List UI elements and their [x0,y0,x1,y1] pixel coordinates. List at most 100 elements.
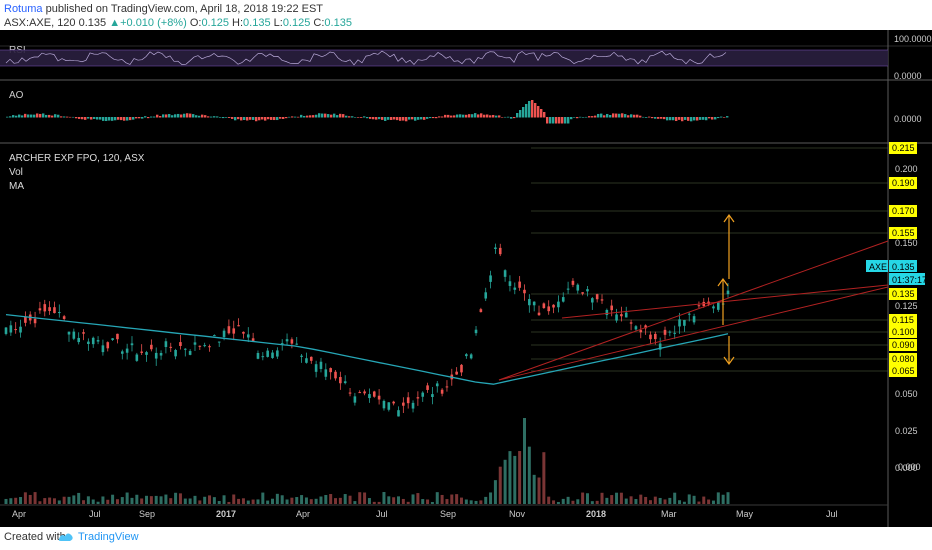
candle-body [561,297,565,302]
ao-bar [267,117,270,120]
symbol-label[interactable]: ASX:AXE, 120 [4,17,76,29]
ao-bar [462,114,465,118]
candle-body [654,333,657,340]
volume-bar [648,500,652,504]
volume-bar [653,496,657,504]
candle-body [508,281,512,286]
ao-bar [711,117,714,120]
volume-bar [566,496,570,504]
candle-body [343,381,347,384]
candle-body [159,352,163,356]
ao-bar [258,117,261,121]
candle-body [668,331,672,333]
ao-bar [255,117,258,122]
ao-bar [99,117,102,120]
volume-bar [149,496,153,504]
footer: Created with TradingView [0,527,932,550]
candle-body [687,313,691,315]
candle-body [179,342,182,346]
candle-body [309,356,313,361]
volume-bar [401,498,405,504]
volume-bar [363,492,367,504]
ao-bar [582,117,585,118]
ao-bar [168,114,171,118]
candle-body [77,337,80,343]
ao-bar [564,117,567,124]
volume-bar [304,497,308,504]
chart-canvas[interactable]: RSI 100.0000 0.0000 AO 0.0000 ARCHER EXP… [0,30,932,527]
ao-bar [609,115,612,118]
ao-bar [639,115,642,118]
ao-bar [402,117,405,121]
volume-bar [426,499,430,504]
ao-bar [693,117,696,121]
ao-bar [15,115,18,118]
candle-body [135,354,139,361]
volume-bar [115,499,119,504]
ao-bar [543,112,546,118]
ao-bar [390,117,393,120]
candle-body [474,329,478,334]
volume-bar [4,498,8,504]
volume-bar [508,451,512,504]
ao-bar [9,116,12,118]
candle-body [532,301,536,306]
volume-bar [338,497,342,504]
ao-bar [546,117,549,124]
ao-bar [507,116,510,118]
ao-bar [687,117,690,121]
published-text: published on [42,3,111,15]
candle-body [649,334,652,340]
ao-bar [285,117,288,119]
ao-bar [129,117,132,121]
ao-bar [645,117,648,118]
volume-bar [154,495,158,504]
close-value: 0.135 [324,17,352,29]
ao-bar [714,117,717,120]
candle-body [188,351,192,355]
ao-bar [93,117,96,119]
price-level-text: 0.190 [892,178,915,188]
ao-bar [69,116,72,118]
author-link[interactable]: Rotuma [4,3,43,15]
ao-bar [441,116,444,118]
ao-bar [624,114,627,118]
volume-bar [518,451,522,504]
ao-bar [471,114,474,118]
site-link[interactable]: TradingView.com [111,3,195,15]
candle-body [295,343,299,345]
price-tick-label: 0.150 [895,238,918,248]
ao-bar [51,115,54,118]
volume-bar [624,498,628,504]
ao-bar [240,117,243,121]
candle-body [324,369,328,377]
candle-body [62,316,66,319]
candle-body [232,328,236,334]
ao-bar [198,115,201,118]
candle-body [261,356,265,358]
volume-bar [14,497,18,504]
candle-body [96,340,100,342]
ao-bar [588,116,591,118]
x-tick-label: May [736,509,754,519]
tradingview-brand-link[interactable]: TradingView [78,531,139,543]
ao-bar [159,116,162,118]
candle-body [48,307,51,312]
candle-body [363,391,366,394]
ao-bar [249,117,252,120]
volume-bar [28,494,32,504]
volume-bar [353,501,357,504]
ao-bar [354,117,357,118]
ao-bar [528,101,531,118]
publish-info: Rotuma published on TradingView.com, Apr… [4,3,323,15]
candle-body [67,331,71,335]
ao-bar [78,117,81,119]
volume-bar [581,492,585,504]
candle-body [610,305,614,311]
ao-bar [336,115,339,118]
ao-bar [414,117,417,121]
candle-body [174,350,177,357]
volume-bar [556,501,560,504]
ao-bar [135,117,138,119]
volume-bar [687,494,691,504]
